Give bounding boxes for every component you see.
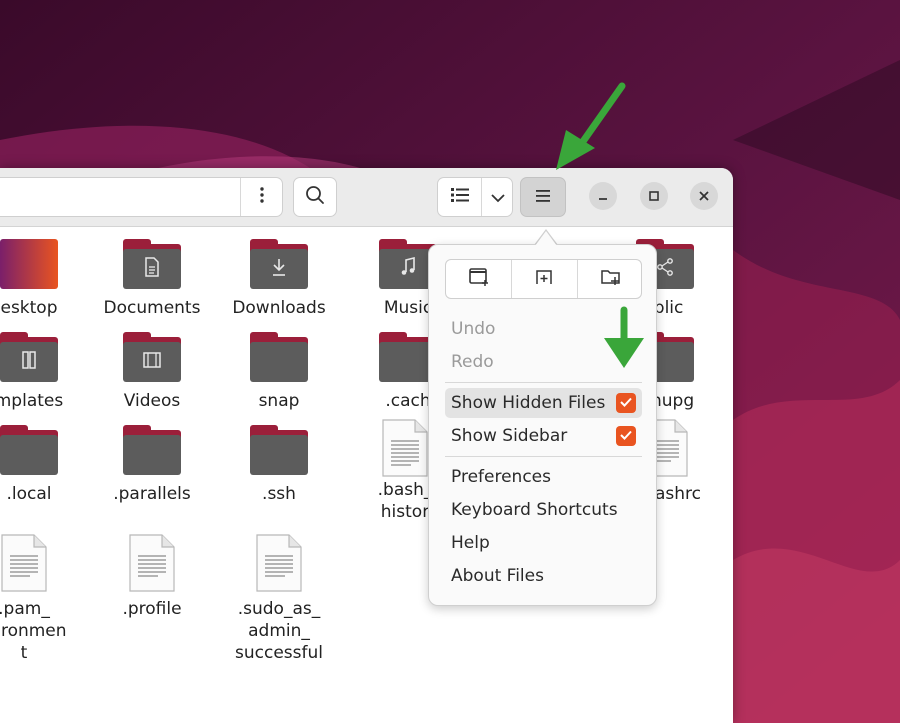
file-label-line: successful — [235, 643, 323, 663]
file-item[interactable]: .profile — [92, 534, 212, 624]
file-label-line: .sudo_as_ — [237, 599, 321, 619]
new-folder-button[interactable] — [578, 260, 643, 298]
menu-redo[interactable]: Redo — [445, 347, 642, 377]
text-file-icon — [0, 534, 48, 592]
file-label: Documents — [103, 298, 201, 318]
minimize-icon — [597, 187, 609, 206]
menu-help[interactable]: Help — [445, 528, 642, 558]
text-file-icon — [381, 419, 429, 477]
menu-item-label: Show Hidden Files — [451, 393, 606, 413]
file-label: .local — [6, 484, 52, 504]
list-view-button[interactable] — [438, 178, 481, 216]
hamburger-menu-icon — [535, 188, 551, 207]
maximize-icon — [648, 187, 660, 206]
file-item[interactable]: Downloads — [219, 239, 339, 329]
file-item[interactable]: .sudo_as_ admin_ successful — [219, 534, 339, 674]
folder-icon — [0, 425, 58, 475]
file-item[interactable]: Documents — [92, 239, 212, 329]
file-item[interactable]: .pam_ ivironmen t — [0, 534, 84, 663]
view-options-button[interactable] — [482, 178, 513, 216]
vertical-ellipsis-icon — [259, 187, 264, 207]
file-item[interactable]: .parallels — [92, 425, 212, 515]
folder-icon — [250, 239, 308, 289]
share-icon — [656, 257, 674, 281]
new-items-bar — [445, 259, 642, 299]
file-item[interactable]: Videos — [92, 332, 212, 422]
minimize-button[interactable] — [589, 182, 617, 210]
path-bar[interactable] — [0, 177, 283, 217]
menu-show-sidebar[interactable]: Show Sidebar — [445, 421, 642, 451]
file-label: .pam_ ivironmen t — [0, 598, 84, 664]
menu-keyboard-shortcuts[interactable]: Keyboard Shortcuts — [445, 495, 642, 525]
popover-arrow — [535, 231, 557, 246]
new-tab-button[interactable] — [512, 260, 577, 298]
file-item[interactable]: mplates — [0, 332, 89, 422]
show-hidden-files-checkbox[interactable] — [616, 393, 636, 413]
file-label: .sudo_as_ admin_ successful — [219, 598, 339, 664]
menu-show-hidden-files[interactable]: Show Hidden Files — [445, 388, 642, 418]
new-window-button[interactable] — [446, 260, 511, 298]
menu-separator — [445, 456, 642, 457]
headerbar — [0, 168, 733, 227]
file-item[interactable]: .ssh — [219, 425, 339, 515]
new-folder-icon — [600, 267, 622, 291]
search-button[interactable] — [293, 177, 337, 217]
view-switcher — [437, 177, 513, 217]
folder-icon — [123, 332, 181, 382]
chevron-down-icon — [490, 188, 505, 207]
checkmark-icon — [619, 421, 633, 451]
close-button[interactable] — [690, 182, 718, 210]
file-label: snap — [258, 391, 300, 411]
file-label: Videos — [123, 391, 181, 411]
text-file-icon — [255, 534, 303, 592]
folder-icon — [123, 239, 181, 289]
folder-icon — [250, 332, 308, 382]
main-menu-popover: Undo Redo Show Hidden Files Show Sidebar… — [428, 244, 657, 606]
show-sidebar-checkbox[interactable] — [616, 426, 636, 446]
menu-about-files[interactable]: About Files — [445, 561, 642, 591]
folder-icon — [123, 425, 181, 475]
close-icon — [698, 187, 710, 206]
file-label: mplates — [0, 391, 64, 411]
file-label: Downloads — [232, 298, 326, 318]
file-label-line: ivironmen — [0, 621, 67, 641]
file-label: esktop — [0, 298, 58, 318]
file-label: .ssh — [262, 484, 296, 504]
menu-preferences[interactable]: Preferences — [445, 462, 642, 492]
file-label-line: .pam_ — [0, 599, 50, 619]
file-item[interactable]: esktop — [0, 239, 89, 329]
path-menu-button[interactable] — [241, 178, 282, 216]
desktop-folder-icon — [0, 239, 58, 289]
text-file-icon — [128, 534, 176, 592]
template-icon — [20, 350, 38, 374]
list-view-icon — [450, 187, 470, 207]
menu-item-label: Show Sidebar — [451, 426, 568, 446]
new-window-icon — [468, 267, 490, 291]
folder-icon — [0, 332, 58, 382]
menu-undo[interactable]: Undo — [445, 314, 642, 344]
music-icon — [399, 256, 417, 281]
file-label: .parallels — [113, 484, 191, 504]
file-item[interactable]: .local — [0, 425, 89, 515]
search-icon — [305, 185, 325, 209]
file-label-line: admin_ — [248, 621, 310, 641]
folder-icon — [250, 425, 308, 475]
maximize-button[interactable] — [640, 182, 668, 210]
main-menu-button[interactable] — [520, 177, 566, 217]
new-tab-icon — [534, 267, 556, 291]
download-icon — [270, 257, 288, 281]
menu-separator — [445, 382, 642, 383]
video-icon — [142, 351, 162, 373]
file-item[interactable]: snap — [219, 332, 339, 422]
file-label: .profile — [122, 599, 182, 619]
document-icon — [143, 257, 161, 281]
checkmark-icon — [619, 388, 633, 418]
file-label-line: t — [20, 643, 28, 663]
